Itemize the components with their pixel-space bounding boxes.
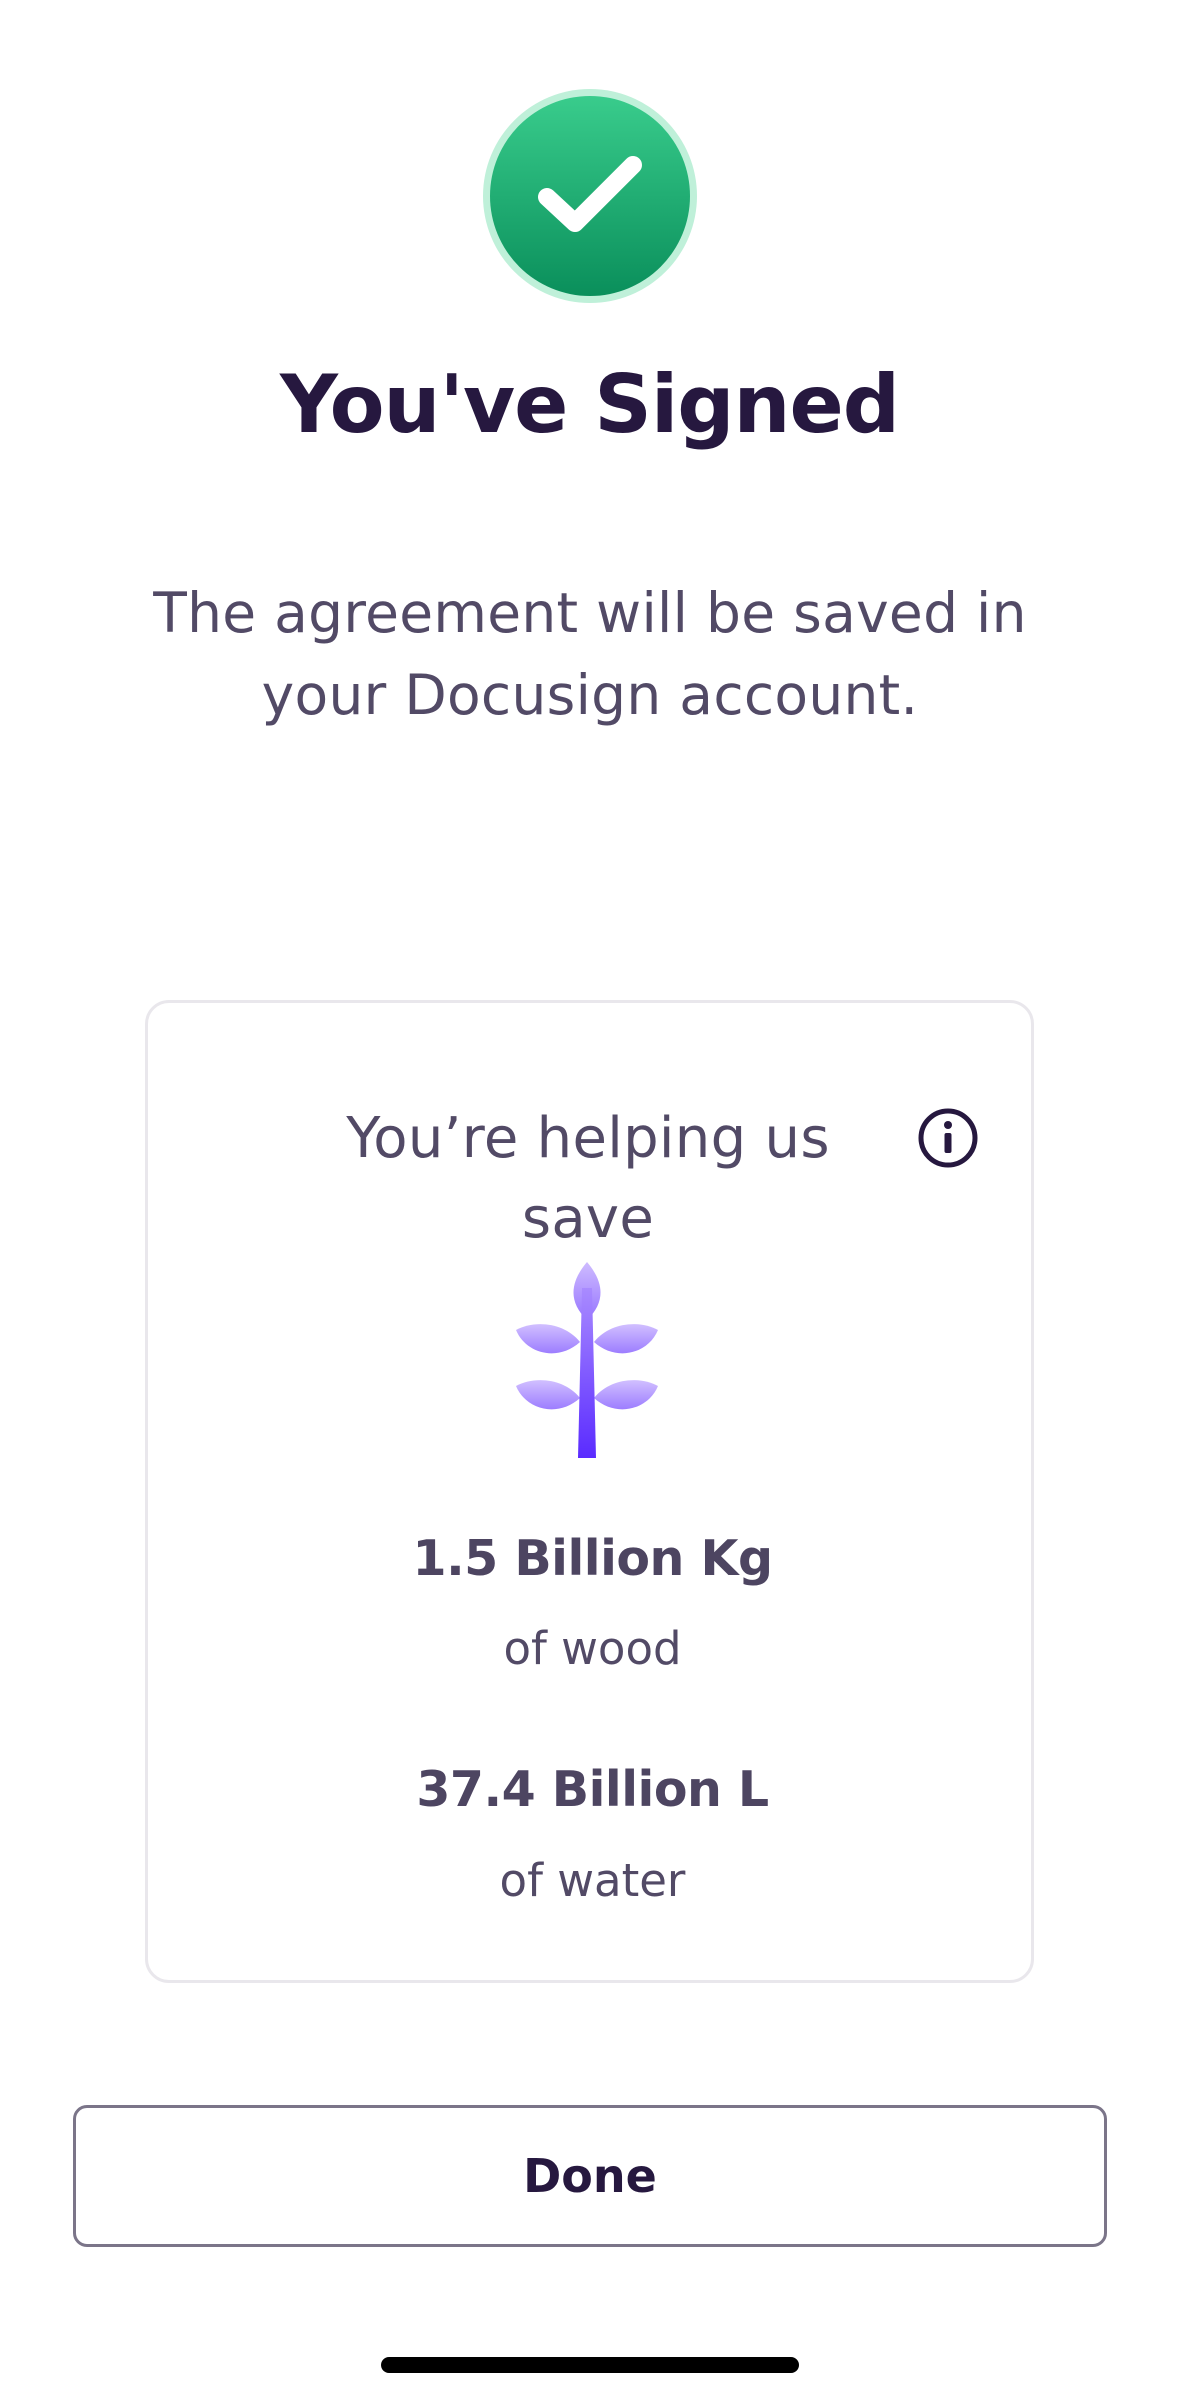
water-saved-value: 37.4 Billion L (416, 1761, 769, 1818)
water-saved-label: of water (499, 1854, 686, 1907)
page-title: You've Signed (279, 358, 900, 451)
savings-card-heading: You’re helping us save (346, 1106, 830, 1251)
signing-complete-screen: You've Signed The agreement will be save… (0, 0, 1179, 2396)
done-button[interactable]: Done (73, 2105, 1107, 2247)
success-badge-circle (490, 96, 690, 296)
home-indicator[interactable] (381, 2357, 799, 2373)
savings-card: You’re helping us save 1.5 Billion Kg of… (145, 1000, 1034, 1983)
plant-icon (516, 1262, 658, 1458)
page-subtitle: The agreement will be saved in your Docu… (153, 581, 1027, 727)
checkmark-icon (538, 156, 642, 232)
info-icon[interactable] (916, 1106, 980, 1170)
wood-saved-label: of wood (503, 1622, 682, 1675)
success-badge (483, 89, 697, 303)
wood-saved-value: 1.5 Billion Kg (412, 1530, 773, 1587)
